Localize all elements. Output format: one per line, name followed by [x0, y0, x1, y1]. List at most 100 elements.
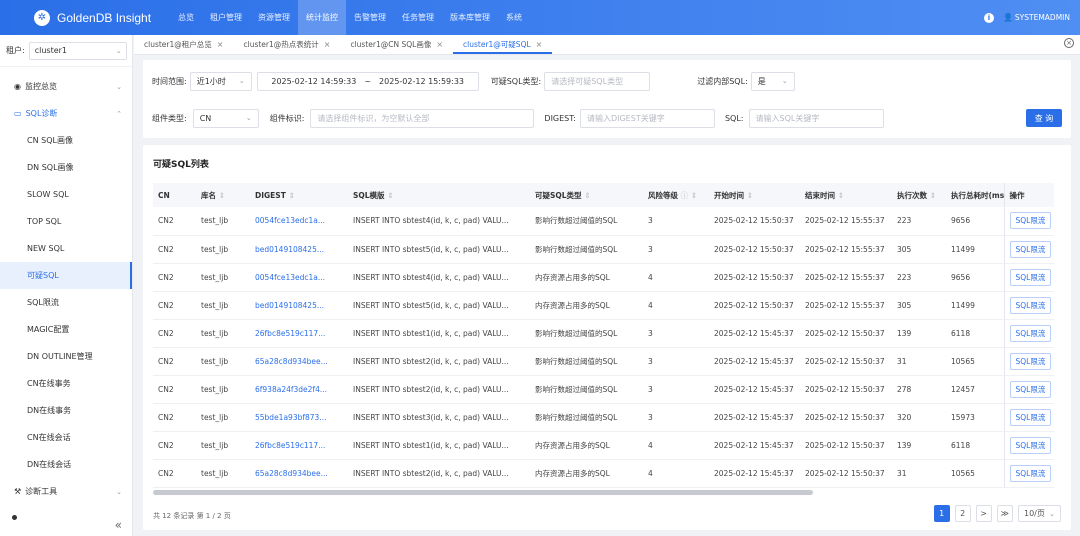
app-logo[interactable]: ✲ GoldenDB Insight — [0, 9, 170, 26]
sidebar-item-dn-outline[interactable]: DN OUTLINE管理 — [0, 343, 132, 370]
cell-digest[interactable]: bed0149108425... — [250, 291, 348, 320]
question-icon[interactable]: ⓘ — [681, 191, 689, 200]
sidebar-item-dn-online-transactions[interactable]: DN在线事务 — [0, 397, 132, 424]
cell-digest[interactable]: bed0149108425... — [250, 235, 348, 264]
cell-digest[interactable]: 26fbc8e519c117... — [250, 319, 348, 348]
sort-icon[interactable]: ⇕ — [584, 191, 590, 200]
cell-db-name: test_ljb — [196, 207, 250, 236]
menu-group-monitor-overview[interactable]: ◉ 监控总览 ⌄ — [0, 73, 132, 100]
sidebar-menu: ◉ 监控总览 ⌄ ▭ SQL诊断 ⌃ CN SQL画像 DN SQL画像 SLOW … — [0, 67, 132, 505]
close-icon[interactable]: × — [436, 40, 443, 49]
query-button[interactable]: 查 询 — [1026, 109, 1062, 127]
close-icon[interactable]: × — [536, 40, 543, 49]
sql-throttle-button[interactable]: SQL限流 — [1009, 324, 1052, 342]
col-sql-template[interactable]: SQL模版 ⇕ — [348, 183, 530, 207]
col-total-time[interactable]: 执行总耗时(ms — [946, 183, 1004, 207]
cell-digest[interactable]: 65a28c8d934bee... — [250, 347, 348, 376]
cell-digest[interactable]: 55bde1a93bf873... — [250, 403, 348, 432]
page-1-button[interactable]: 1 — [933, 505, 950, 522]
username[interactable]: SYSTEMADMIN — [1015, 13, 1070, 22]
sort-icon[interactable]: ⇕ — [930, 191, 936, 200]
sidebar-item-top-sql[interactable]: TOP SQL — [0, 208, 132, 235]
collapse-sidebar-icon[interactable]: « — [115, 518, 122, 532]
col-db-name[interactable]: 库名 ⇕ — [196, 183, 250, 207]
col-digest[interactable]: DIGEST ⇕ — [250, 183, 348, 207]
table-row: CN2 test_ljb 0054fce13edc1a... INSERT INTO … — [153, 263, 1054, 292]
sidebar-item-magic-config[interactable]: MAGIC配置 — [0, 316, 132, 343]
sort-icon[interactable]: ⇕ — [219, 191, 225, 200]
sidebar-item-sql-throttling[interactable]: SQL限流 — [0, 289, 132, 316]
menu-group-sql-diagnosis[interactable]: ▭ SQL诊断 ⌃ — [0, 100, 132, 127]
cell-digest[interactable]: 0054fce13edc1a... — [250, 207, 348, 236]
col-risk-level[interactable]: 风险等级 ⓘ ⇕ — [643, 183, 709, 207]
nav-task-management[interactable]: 任务管理 — [394, 0, 442, 35]
horizontal-scrollbar[interactable] — [153, 490, 813, 495]
sql-throttle-button[interactable]: SQL限流 — [1009, 296, 1052, 314]
nav-statistics-monitoring[interactable]: 统计监控 — [298, 0, 346, 35]
comp-id-select[interactable]: 请选择组件标识，为空默认全部 — [310, 108, 535, 128]
nav-tenant-management[interactable]: 租户管理 — [202, 0, 250, 35]
page-size-select[interactable]: 10/页 ⌄ — [1018, 505, 1061, 522]
close-icon[interactable]: × — [324, 40, 331, 49]
cell-sql-template: INSERT INTO sbtest3(id, k, c, pad) VALU.… — [348, 403, 530, 432]
col-end-time[interactable]: 结束时间 ⇕ — [800, 183, 892, 207]
help-icon[interactable]: i — [983, 12, 994, 23]
tab-suspicious-sql[interactable]: cluster1@可疑SQL × — [453, 39, 553, 54]
sql-throttle-button[interactable]: SQL限流 — [1009, 464, 1052, 482]
sql-throttle-button[interactable]: SQL限流 — [1009, 436, 1052, 454]
time-preset-select[interactable]: 近1小时 ⌄ — [189, 71, 252, 91]
sidebar-item-dn-sql-profile[interactable]: DN SQL画像 — [0, 154, 132, 181]
cell-digest[interactable]: 6f938a24f3de2f4... — [250, 375, 348, 404]
close-icon[interactable]: × — [217, 40, 224, 49]
col-cn[interactable]: CN — [153, 183, 196, 207]
tab-cn-sql-profile[interactable]: cluster1@CN SQL画像 × — [340, 39, 453, 54]
sidebar-item-dn-online-sessions[interactable]: DN在线会话 — [0, 451, 132, 478]
close-all-tabs-icon[interactable]: × — [1064, 38, 1074, 48]
nav-alarm-management[interactable]: 告警管理 — [346, 0, 394, 35]
nav-system[interactable]: 系统 — [498, 0, 530, 35]
cell-digest[interactable]: 0054fce13edc1a... — [250, 263, 348, 292]
sql-throttle-button[interactable]: SQL限流 — [1009, 408, 1052, 426]
sidebar-item-cn-online-transactions[interactable]: CN在线事务 — [0, 370, 132, 397]
next-page-button[interactable]: > — [975, 505, 992, 522]
sql-throttle-button[interactable]: SQL限流 — [1009, 352, 1052, 370]
cell-sql-template: INSERT INTO sbtest2(id, k, c, pad) VALU.… — [348, 459, 530, 488]
comp-type-select[interactable]: CN ⌄ — [192, 108, 259, 128]
col-suspect-type[interactable]: 可疑SQL类型 ⇕ — [530, 183, 643, 207]
sort-icon[interactable]: ⇕ — [288, 191, 294, 200]
sql-input[interactable]: 请输入SQL关键字 — [748, 108, 884, 128]
filter-internal-select[interactable]: 是 ⌄ — [750, 71, 795, 91]
sql-throttle-button[interactable]: SQL限流 — [1009, 212, 1052, 230]
last-page-button[interactable]: ≫ — [996, 505, 1013, 522]
tab-tenant-overview[interactable]: cluster1@租户总览 × — [134, 39, 233, 54]
time-range-picker[interactable]: 2025-02-12 14:59:33 ~ 2025-02-12 15:59:3… — [256, 71, 479, 91]
nav-overview[interactable]: 总览 — [170, 0, 202, 35]
page-2-button[interactable]: 2 — [954, 505, 971, 522]
sidebar-item-cn-online-sessions[interactable]: CN在线会话 — [0, 424, 132, 451]
cell-digest[interactable]: 26fbc8e519c117... — [250, 431, 348, 460]
tab-hot-table-stats[interactable]: cluster1@热点表统计 × — [233, 39, 340, 54]
sql-throttle-button[interactable]: SQL限流 — [1009, 268, 1052, 286]
nav-version-library[interactable]: 版本库管理 — [442, 0, 498, 35]
col-label: SQL模版 — [353, 190, 385, 200]
tenant-select[interactable]: cluster1 ⌄ — [28, 41, 127, 60]
sort-icon[interactable]: ⇕ — [387, 191, 393, 200]
col-start-time[interactable]: 开始时间 ⇕ — [709, 183, 800, 207]
sql-throttle-button[interactable]: SQL限流 — [1009, 240, 1052, 258]
menu-group-diagnostic-tools[interactable]: ⚒ 诊断工具 ⌄ — [0, 478, 132, 505]
sql-throttle-button[interactable]: SQL限流 — [1009, 380, 1052, 398]
digest-input[interactable]: 请输入DIGEST关键字 — [579, 108, 715, 128]
sidebar-item-new-sql[interactable]: NEW SQL — [0, 235, 132, 262]
sidebar-item-suspicious-sql[interactable]: 可疑SQL — [0, 262, 132, 289]
col-label: DIGEST — [255, 190, 286, 200]
sidebar-item-slow-sql[interactable]: SLOW SQL — [0, 181, 132, 208]
sidebar-item-cn-sql-profile[interactable]: CN SQL画像 — [0, 127, 132, 154]
cell-digest[interactable]: 65a28c8d934bee... — [250, 459, 348, 488]
nav-resource-management[interactable]: 资源管理 — [250, 0, 298, 35]
col-exec-count[interactable]: 执行次数 ⇕ — [892, 183, 946, 207]
suspect-type-select[interactable]: 请选择可疑SQL类型 — [544, 71, 651, 91]
sort-icon[interactable]: ⇕ — [838, 191, 844, 200]
col-label: 执行次数 — [897, 190, 927, 200]
sort-icon[interactable]: ⇕ — [747, 191, 753, 200]
sort-icon[interactable]: ⇕ — [691, 191, 697, 200]
